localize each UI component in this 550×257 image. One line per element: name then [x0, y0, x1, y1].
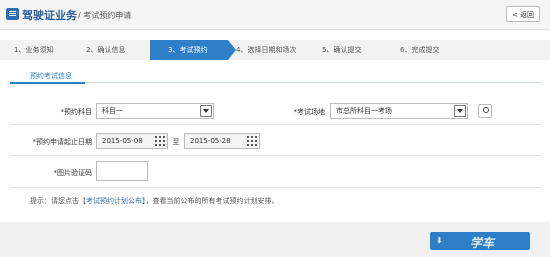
calendar-icon[interactable] [155, 136, 165, 146]
site-select[interactable]: 市总所科目一考场 [330, 103, 468, 119]
chevron-left-icon: < [511, 11, 521, 19]
hint-text: 提示：请您点击【考试预约计划公布】，查看当前公布的所有考试预约计划安排。 [30, 196, 279, 206]
title-bar: 驾驶证业务 / 考试预约申请 < 返回 [0, 0, 550, 30]
plan-link[interactable]: 【考试预约计划公布】 [79, 197, 146, 205]
chevron-down-icon[interactable] [454, 105, 466, 117]
row-divider [10, 155, 540, 156]
tab-appointment-info[interactable]: 预约考试信息 [30, 71, 72, 81]
end-date-input[interactable]: 2015-05-28 [184, 133, 260, 149]
hint-suffix: ，查看当前公布的所有考试预约计划安排。 [145, 197, 279, 205]
step-4: 4、选择日期和场次 [236, 46, 297, 54]
subject-value: 科目一 [102, 107, 123, 115]
page-subtitle: / 考试预约申请 [78, 11, 132, 20]
tab-active-indicator [10, 82, 85, 84]
step-2: 2、确认信息 [86, 46, 126, 54]
end-date-value: 2015-05-28 [190, 137, 231, 145]
captcha-input[interactable] [96, 161, 148, 181]
document-icon [6, 8, 19, 20]
progress-steps: 1、业务须知 2、确认信息 3、考试预约 4、选择日期和场次 5、确认提交 6、… [0, 40, 550, 60]
step-arrow [228, 40, 236, 60]
subject-label: *预约科目 [60, 108, 93, 116]
site-label: *考试场地 [293, 108, 326, 116]
step-1: 1、业务须知 [14, 46, 54, 54]
arrow-down-icon: ⬇ [436, 236, 443, 245]
chevron-down-icon[interactable] [200, 105, 212, 117]
tab-divider [10, 82, 540, 83]
start-date-value: 2015-05-08 [102, 137, 143, 145]
date-range-label: *预约申请起止日期 [32, 138, 93, 146]
watermark-logo: 学车 [470, 236, 495, 250]
back-button[interactable]: < 返回 [506, 6, 540, 22]
calendar-icon[interactable] [247, 136, 257, 146]
row-divider [10, 124, 540, 125]
back-label: 返回 [520, 11, 535, 19]
hint-prefix: 提示：请您点击 [30, 197, 79, 205]
start-date-input[interactable]: 2015-05-08 [96, 133, 168, 149]
site-value: 市总所科目一考场 [336, 107, 392, 115]
step-5: 5、确认提交 [322, 46, 362, 54]
row-divider [10, 187, 540, 188]
step-6: 6、完成提交 [400, 46, 440, 54]
subject-select[interactable]: 科目一 [96, 103, 214, 119]
captcha-label: *图片验证码 [53, 169, 93, 177]
app-title: 驾驶证业务 [22, 9, 77, 22]
date-separator: 至 [172, 138, 180, 146]
location-pin-icon[interactable] [478, 104, 492, 118]
step-3-active: 3、考试预约 [150, 40, 228, 60]
